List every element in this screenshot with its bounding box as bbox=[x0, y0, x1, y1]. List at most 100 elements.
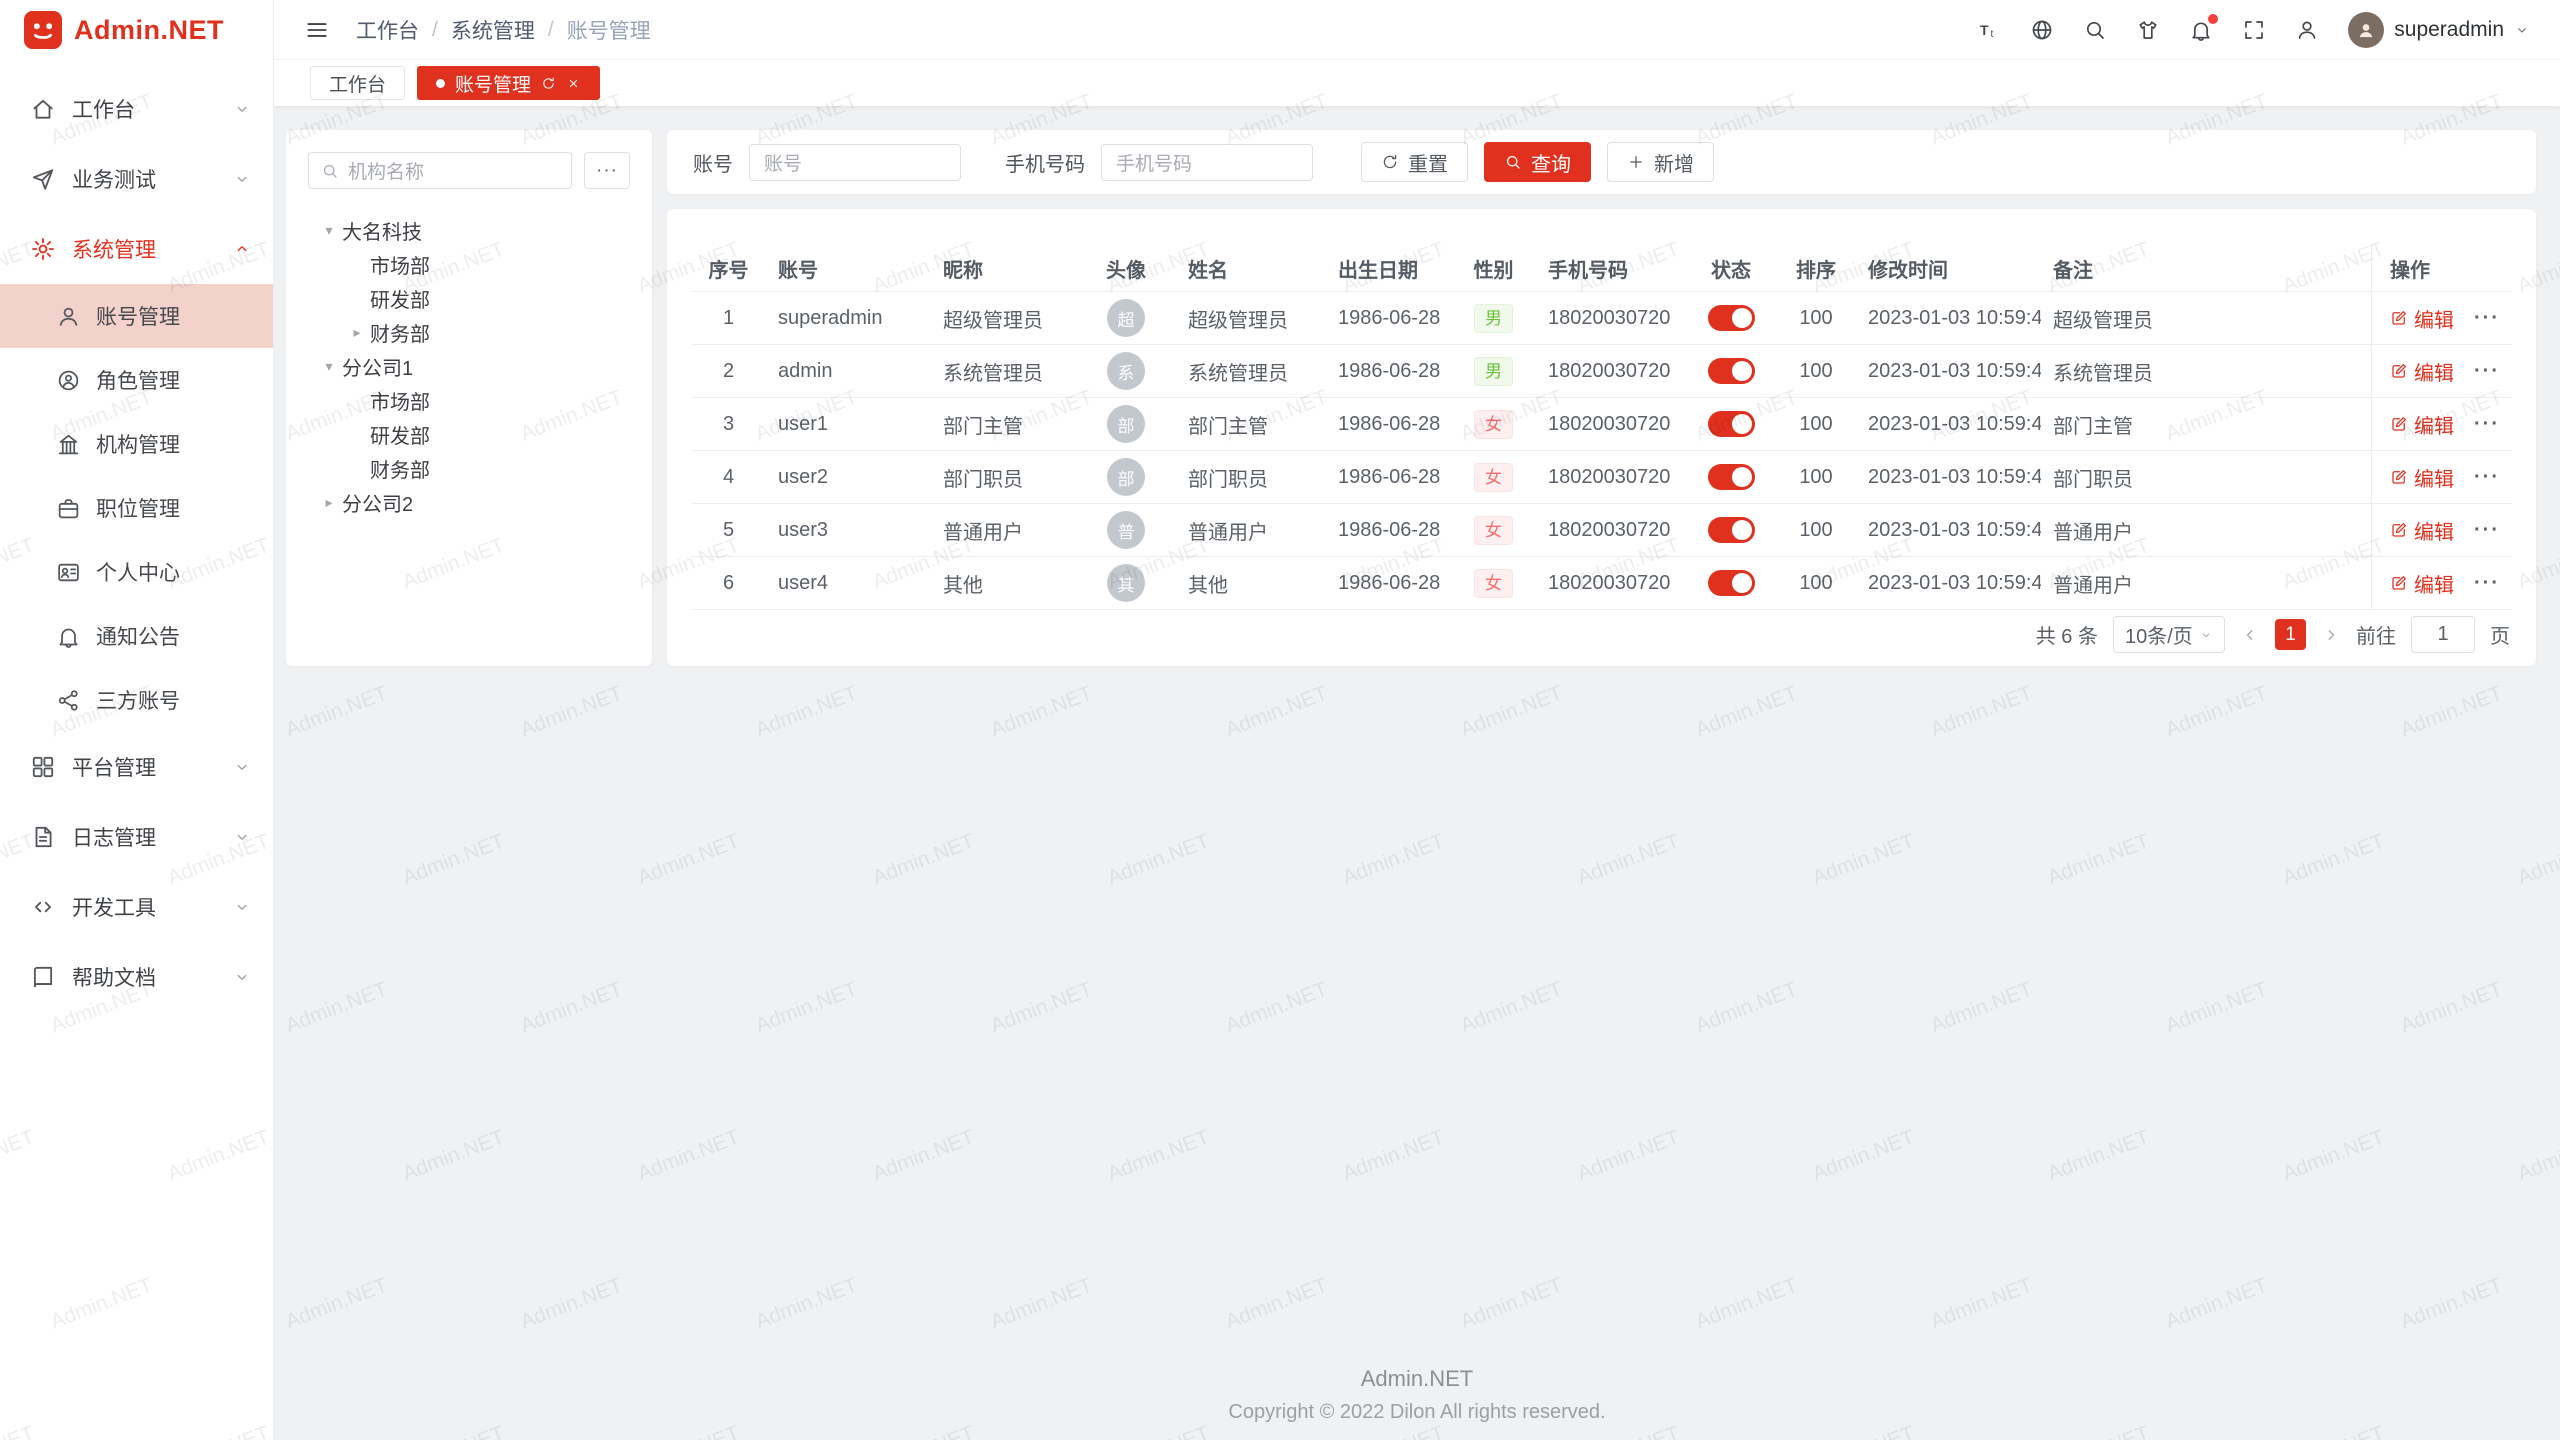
sidebar-item-role[interactable]: 角色管理 bbox=[0, 348, 273, 412]
cell-text: 2023-01-03 10:59:44 bbox=[1868, 307, 2041, 330]
cell-account: superadmin bbox=[766, 292, 931, 344]
tree-node[interactable]: ▾分公司1 bbox=[308, 349, 630, 383]
topbar: 工作台/系统管理/账号管理 Tt superadmin bbox=[274, 0, 2560, 60]
chevron-down-icon bbox=[233, 170, 251, 188]
avatar: 其 bbox=[1107, 564, 1145, 602]
user-menu[interactable]: superadmin bbox=[2348, 12, 2530, 48]
fullscreen-icon[interactable] bbox=[2242, 18, 2266, 42]
breadcrumb-item[interactable]: 工作台 bbox=[356, 15, 419, 45]
add-button[interactable]: 新增 bbox=[1607, 142, 1714, 182]
goto-page-input[interactable]: 1 bbox=[2411, 616, 2475, 653]
tree-node-label: 市场部 bbox=[370, 386, 430, 415]
sidebar-item-third-account[interactable]: 三方账号 bbox=[0, 668, 273, 732]
edit-button[interactable]: 编辑 bbox=[2390, 410, 2454, 439]
tab-refresh-icon[interactable] bbox=[541, 76, 556, 91]
row-more-button[interactable]: ··· bbox=[2474, 466, 2500, 489]
tree-caret-icon[interactable]: ▸ bbox=[316, 494, 342, 511]
tree-node[interactable]: 市场部 bbox=[308, 247, 630, 281]
tree-node[interactable]: ▸财务部 bbox=[308, 315, 630, 349]
row-more-button[interactable]: ··· bbox=[2474, 307, 2500, 330]
sidebar-item-business-test[interactable]: 业务测试 bbox=[0, 144, 273, 214]
language-icon[interactable] bbox=[2030, 18, 2054, 42]
edit-button[interactable]: 编辑 bbox=[2390, 304, 2454, 333]
toggle-knob bbox=[1732, 414, 1752, 434]
sidebar-item-docs[interactable]: 帮助文档 bbox=[0, 942, 273, 1012]
status-toggle[interactable] bbox=[1708, 411, 1755, 437]
page-size-select[interactable]: 10条/页 bbox=[2113, 616, 2225, 653]
tree-caret-icon[interactable]: ▾ bbox=[316, 222, 342, 239]
cell-text: 1986-06-28 bbox=[1338, 307, 1440, 330]
row-more-button[interactable]: ··· bbox=[2474, 360, 2500, 383]
app-logo[interactable]: Admin.NET bbox=[0, 0, 273, 60]
search-icon[interactable] bbox=[2083, 18, 2107, 42]
tree-caret-icon[interactable]: ▾ bbox=[316, 358, 342, 375]
row-more-button[interactable]: ··· bbox=[2474, 519, 2500, 542]
tree-more-button[interactable]: ··· bbox=[584, 152, 630, 189]
cell-account: admin bbox=[766, 345, 931, 397]
notification-icon[interactable] bbox=[2189, 18, 2213, 42]
org-icon bbox=[56, 432, 81, 457]
edit-button[interactable]: 编辑 bbox=[2390, 516, 2454, 545]
cell-gender: 女 bbox=[1451, 398, 1536, 450]
chevron-down-icon bbox=[2514, 22, 2530, 38]
tree-node-label: 财务部 bbox=[370, 318, 430, 347]
sidebar-item-profile[interactable]: 个人中心 bbox=[0, 540, 273, 604]
phone-label: 手机号码 bbox=[1005, 148, 1085, 177]
cell-phone: 18020030720 bbox=[1536, 504, 1686, 556]
accounts-table: 序号账号昵称头像姓名出生日期性别手机号码状态排序修改时间备注操作1superad… bbox=[691, 245, 2512, 610]
tree-node[interactable]: 市场部 bbox=[308, 383, 630, 417]
tab-工作台[interactable]: 工作台 bbox=[310, 66, 405, 100]
edit-button[interactable]: 编辑 bbox=[2390, 463, 2454, 492]
collapse-menu-button[interactable] bbox=[304, 17, 330, 43]
cell-gender: 男 bbox=[1451, 292, 1536, 344]
sidebar-item-workbench[interactable]: 工作台 bbox=[0, 74, 273, 144]
sidebar-item-position[interactable]: 职位管理 bbox=[0, 476, 273, 540]
edit-label: 编辑 bbox=[2414, 569, 2454, 598]
sidebar-item-system[interactable]: 系统管理 bbox=[0, 214, 273, 284]
status-toggle[interactable] bbox=[1708, 305, 1755, 331]
row-more-button[interactable]: ··· bbox=[2474, 572, 2500, 595]
tree-node[interactable]: ▸分公司2 bbox=[308, 485, 630, 519]
current-page[interactable]: 1 bbox=[2275, 619, 2306, 650]
breadcrumb-item[interactable]: 系统管理 bbox=[451, 15, 535, 45]
svg-text:T: T bbox=[1980, 22, 1989, 38]
prev-page-button[interactable] bbox=[2240, 625, 2260, 645]
tree-caret-icon[interactable]: ▸ bbox=[344, 324, 370, 341]
edit-button[interactable]: 编辑 bbox=[2390, 357, 2454, 386]
status-toggle[interactable] bbox=[1708, 517, 1755, 543]
tree-node[interactable]: 财务部 bbox=[308, 451, 630, 485]
phone-input[interactable]: 手机号码 bbox=[1101, 144, 1313, 181]
reset-button[interactable]: 重置 bbox=[1361, 142, 1468, 182]
profile-icon[interactable] bbox=[2295, 18, 2319, 42]
sidebar-item-notice[interactable]: 通知公告 bbox=[0, 604, 273, 668]
sidebar-item-platform[interactable]: 平台管理 bbox=[0, 732, 273, 802]
status-toggle[interactable] bbox=[1708, 358, 1755, 384]
cell-nickname: 其他 bbox=[931, 557, 1076, 609]
sidebar-item-account[interactable]: 账号管理 bbox=[0, 284, 273, 348]
row-more-button[interactable]: ··· bbox=[2474, 413, 2500, 436]
org-search-input[interactable]: 机构名称 bbox=[308, 152, 572, 189]
tab-close-icon[interactable] bbox=[566, 76, 581, 91]
status-toggle[interactable] bbox=[1708, 570, 1755, 596]
font-size-icon[interactable]: Tt bbox=[1977, 18, 2001, 42]
query-button[interactable]: 查询 bbox=[1484, 142, 1591, 182]
status-toggle[interactable] bbox=[1708, 464, 1755, 490]
sidebar-item-logs[interactable]: 日志管理 bbox=[0, 802, 273, 872]
cell-text: 18020030720 bbox=[1548, 307, 1670, 330]
cell-text: 1986-06-28 bbox=[1338, 572, 1440, 595]
tab-账号管理[interactable]: 账号管理 bbox=[417, 66, 600, 100]
tree-node[interactable]: 研发部 bbox=[308, 281, 630, 315]
tree-node[interactable]: 研发部 bbox=[308, 417, 630, 451]
sidebar-item-devtools[interactable]: 开发工具 bbox=[0, 872, 273, 942]
cell-action: 编辑 ··· bbox=[2371, 398, 2511, 450]
tree-node[interactable]: ▾大名科技 bbox=[308, 213, 630, 247]
sidebar-item-org[interactable]: 机构管理 bbox=[0, 412, 273, 476]
next-page-button[interactable] bbox=[2321, 625, 2341, 645]
theme-icon[interactable] bbox=[2136, 18, 2160, 42]
edit-icon bbox=[2390, 415, 2408, 433]
sidebar: Admin.NET 工作台业务测试系统管理账号管理角色管理机构管理职位管理个人中… bbox=[0, 0, 274, 1440]
edit-button[interactable]: 编辑 bbox=[2390, 569, 2454, 598]
cell-text: user1 bbox=[778, 413, 828, 436]
account-input[interactable]: 账号 bbox=[749, 144, 961, 181]
cell-index: 6 bbox=[691, 557, 766, 609]
